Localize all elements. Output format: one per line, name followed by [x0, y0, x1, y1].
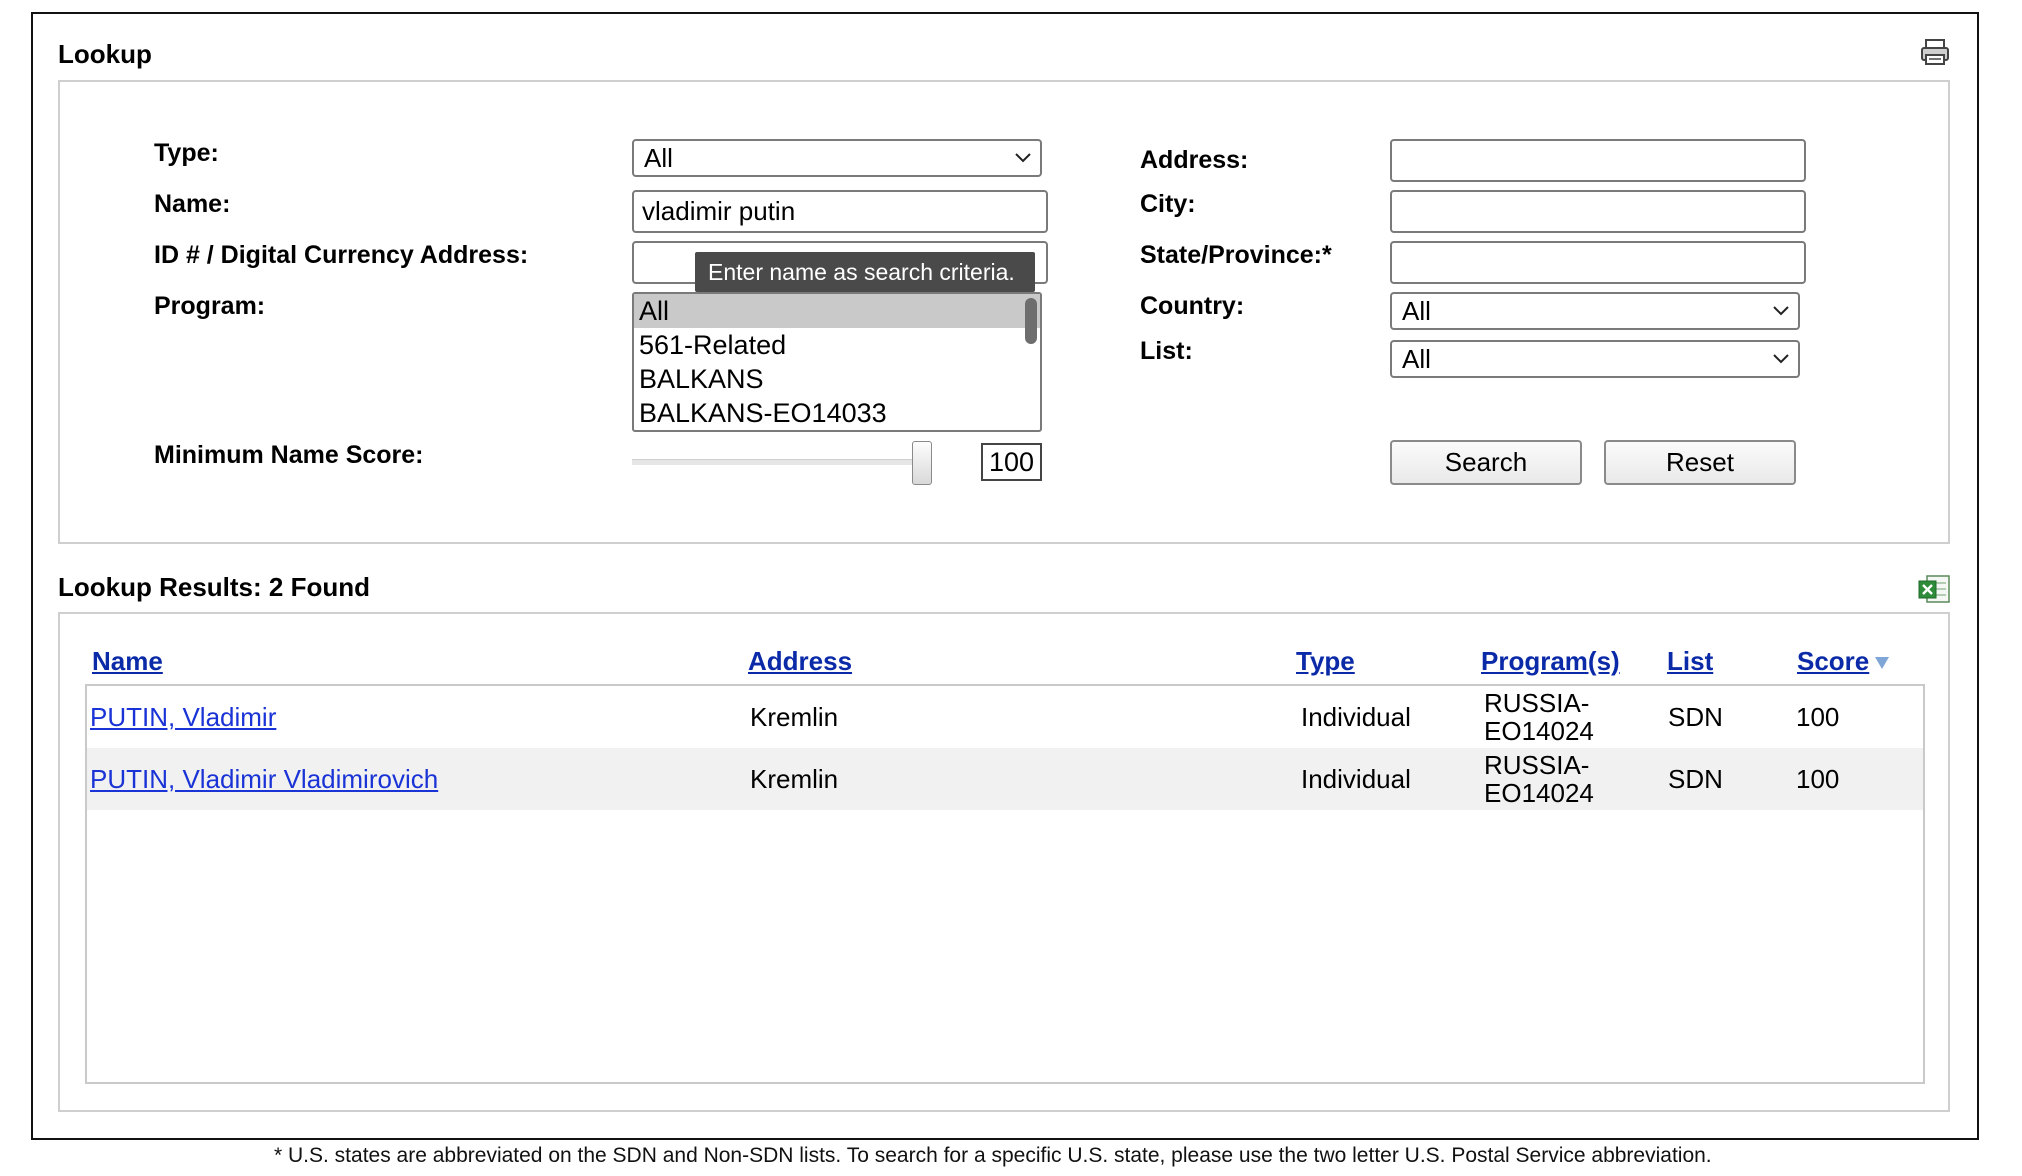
result-program-line: RUSSIA-: [1484, 750, 1590, 780]
country-select[interactable]: All: [1390, 292, 1800, 330]
address-input[interactable]: [1390, 139, 1806, 182]
table-row: PUTIN, Vladimir Kremlin Individual RUSSI…: [87, 686, 1923, 748]
address-label: Address:: [1140, 146, 1249, 174]
result-score: 100: [1796, 701, 1840, 732]
result-list: SDN: [1668, 701, 1723, 732]
column-header-list[interactable]: List: [1667, 646, 1713, 677]
program-label: Program:: [154, 292, 266, 320]
footnote: * U.S. states are abbreviated on the SDN…: [274, 1144, 1712, 1167]
result-programs: RUSSIA- EO14024: [1484, 748, 1594, 810]
min-score-label: Minimum Name Score:: [154, 441, 424, 469]
result-type: Individual: [1301, 701, 1411, 732]
program-option[interactable]: All: [634, 294, 1040, 328]
result-name-link[interactable]: PUTIN, Vladimir: [90, 686, 276, 748]
column-header-programs[interactable]: Program(s): [1481, 646, 1620, 677]
city-input[interactable]: [1390, 190, 1806, 233]
name-input-value: vladimir putin: [642, 196, 796, 226]
result-programs: RUSSIA- EO14024: [1484, 686, 1594, 748]
reset-button[interactable]: Reset: [1604, 440, 1796, 485]
result-type: Individual: [1301, 763, 1411, 794]
listbox-scrollbar[interactable]: [1025, 298, 1037, 344]
program-listbox[interactable]: All 561-Related BALKANS BALKANS-EO14033: [632, 292, 1042, 432]
result-score: 100: [1796, 763, 1840, 794]
result-address: Kremlin: [750, 701, 839, 732]
type-select[interactable]: All: [632, 139, 1042, 177]
column-header-name[interactable]: Name: [92, 646, 163, 677]
result-program-line: EO14024: [1484, 778, 1594, 808]
country-select-value: All: [1402, 295, 1431, 326]
column-header-address[interactable]: Address: [748, 646, 852, 677]
search-button[interactable]: Search: [1390, 440, 1582, 485]
excel-export-icon[interactable]: [1917, 573, 1951, 605]
country-label: Country:: [1140, 292, 1245, 320]
column-header-type[interactable]: Type: [1296, 646, 1355, 677]
table-row: PUTIN, Vladimir Vladimirovich Kremlin In…: [87, 748, 1923, 810]
result-address: Kremlin: [750, 763, 839, 794]
name-input[interactable]: vladimir putin: [632, 190, 1048, 233]
program-option[interactable]: 561-Related: [634, 328, 1040, 362]
sort-desc-icon[interactable]: [1874, 656, 1890, 670]
results-title: Lookup Results: 2 Found: [58, 572, 370, 602]
chevron-down-icon: [1014, 149, 1032, 167]
min-score-slider-thumb[interactable]: [912, 441, 932, 485]
name-label: Name:: [154, 190, 231, 218]
chevron-down-icon: [1772, 302, 1790, 320]
chevron-down-icon: [1772, 350, 1790, 368]
column-header-score[interactable]: Score: [1797, 646, 1869, 677]
result-program-line: EO14024: [1484, 716, 1594, 746]
list-label: List:: [1140, 337, 1193, 365]
list-select-value: All: [1402, 343, 1431, 374]
state-label: State/Province:*: [1140, 241, 1332, 269]
print-icon[interactable]: [1920, 38, 1950, 66]
list-select[interactable]: All: [1390, 340, 1800, 378]
name-tooltip: Enter name as search criteria.: [695, 252, 1035, 292]
state-input[interactable]: [1390, 241, 1806, 284]
city-label: City:: [1140, 190, 1196, 218]
type-select-value: All: [644, 142, 673, 173]
result-program-line: RUSSIA-: [1484, 688, 1590, 718]
program-option[interactable]: BALKANS-EO14033: [634, 396, 1040, 430]
id-label: ID # / Digital Currency Address:: [154, 241, 529, 269]
min-score-slider-track[interactable]: [632, 459, 922, 465]
result-name-link[interactable]: PUTIN, Vladimir Vladimirovich: [90, 748, 438, 810]
program-option[interactable]: BALKANS: [634, 362, 1040, 396]
min-score-value[interactable]: 100: [981, 443, 1042, 481]
type-label: Type:: [154, 139, 219, 167]
lookup-title: Lookup: [58, 39, 152, 69]
result-list: SDN: [1668, 763, 1723, 794]
